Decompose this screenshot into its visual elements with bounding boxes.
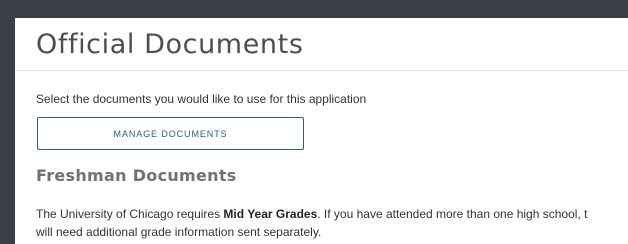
official-documents-panel: Official Documents Select the documents … [15,18,628,244]
requirements-paragraph: The University of Chicago requires Mid Y… [36,205,628,241]
requirements-text-end: . If you have attended more than one hig… [317,207,588,221]
mid-year-grades-emphasis: Mid Year Grades [223,207,318,221]
requirements-line-2: will need additional grade information s… [36,225,322,239]
manage-documents-button[interactable]: MANAGE DOCUMENTS [37,117,304,150]
page-title: Official Documents [36,29,304,60]
requirements-line-1: The University of Chicago requires Mid Y… [36,205,628,223]
section-heading-freshman-documents: Freshman Documents [36,166,237,185]
instructions-text: Select the documents you would like to u… [36,92,367,106]
title-divider [15,70,628,71]
requirements-text-start: The University of Chicago requires [36,207,224,221]
